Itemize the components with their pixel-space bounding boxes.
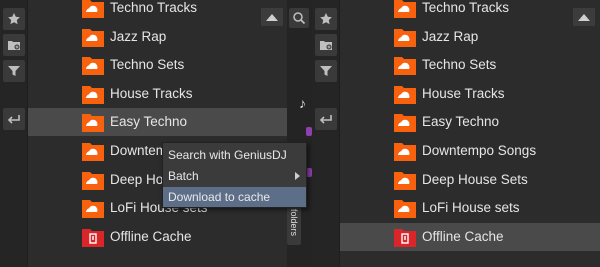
folder-item-label: Jazz Rap (110, 28, 167, 44)
music-note-icon: ♪ (299, 95, 306, 111)
add-folder-button[interactable] (315, 34, 337, 56)
folder-item[interactable]: Techno Tracks (340, 0, 600, 22)
back-button[interactable] (315, 108, 337, 130)
soundcloud-folder-icon (81, 197, 105, 219)
folder-item[interactable]: House Tracks (28, 80, 312, 108)
browser-panel-right: Techno Tracks Jazz Rap Techno Sets House Tr… (312, 0, 600, 267)
context-menu: Search with GeniusDJ Batch Download to cac… (162, 142, 307, 208)
soundcloud-folder-icon (393, 140, 417, 162)
offline-cache-folder-icon (81, 226, 105, 248)
soundcloud-folder-icon (81, 0, 105, 19)
folder-item-label: House Tracks (422, 85, 505, 101)
folder-item[interactable]: LoFi House sets (340, 194, 600, 222)
folder-item[interactable]: Jazz Rap (340, 23, 600, 51)
filter-button[interactable] (3, 60, 25, 82)
soundcloud-folder-icon (393, 197, 417, 219)
context-menu-item-label: Download to cache (168, 190, 271, 204)
folder-item-label: Techno Sets (110, 57, 185, 73)
filter-button[interactable] (315, 60, 337, 82)
folder-item-label: Offline Cache (110, 228, 192, 244)
star-icon (320, 13, 332, 25)
soundcloud-folder-icon (81, 54, 105, 76)
scroll-up-button-right[interactable] (573, 8, 595, 26)
favorite-button[interactable] (3, 8, 25, 30)
soundcloud-folder-icon (393, 26, 417, 48)
browser-panel-left: Techno Tracks Jazz Rap Techno Sets House Tr… (0, 0, 312, 267)
folder-item-label: Deep House Sets (422, 171, 528, 187)
folder-item-label: Techno Tracks (110, 0, 198, 15)
folder-item[interactable]: Easy Techno (340, 108, 600, 136)
folder-item-label: LoFi House sets (422, 200, 520, 216)
soundcloud-folder-icon (81, 140, 105, 162)
back-arrow-icon (7, 115, 20, 124)
context-menu-item-label: Search with GeniusDJ (168, 148, 287, 162)
folder-item-label: Jazz Rap (422, 28, 479, 44)
soundcloud-folder-icon (81, 169, 105, 191)
submenu-arrow-icon (295, 172, 300, 180)
folder-list-right: Techno Tracks Jazz Rap Techno Sets House Tr… (340, 0, 600, 267)
folder-item[interactable]: Offline Cache (28, 223, 312, 251)
soundcloud-folder-icon (393, 54, 417, 76)
folder-list-left: Techno Tracks Jazz Rap Techno Sets House Tr… (28, 0, 312, 267)
folder-item-label: Techno Sets (422, 57, 497, 73)
folder-item[interactable]: Techno Sets (340, 51, 600, 79)
add-folder-icon (320, 41, 332, 50)
soundcloud-folder-icon (393, 111, 417, 133)
scroll-up-button-left[interactable] (261, 8, 283, 26)
folder-item[interactable]: House Tracks (340, 80, 600, 108)
filter-icon (8, 66, 20, 76)
search-icon (293, 12, 306, 25)
favorite-button[interactable] (315, 8, 337, 30)
filter-icon (320, 66, 332, 76)
soundcloud-folder-icon (393, 83, 417, 105)
soundcloud-folder-icon (81, 26, 105, 48)
context-menu-item[interactable]: Batch (163, 166, 306, 186)
star-icon (8, 13, 20, 25)
add-folder-icon (8, 41, 20, 50)
side-toolbar (0, 0, 28, 267)
folder-item[interactable]: Deep House Sets (340, 166, 600, 194)
soundcloud-folder-icon (81, 83, 105, 105)
context-menu-item[interactable]: Search with GeniusDJ (163, 145, 306, 165)
soundcloud-folder-icon (81, 111, 105, 133)
folder-item-label: House Tracks (110, 85, 193, 101)
context-menu-item[interactable]: Download to cache (163, 187, 306, 207)
folder-item-label: Easy Techno (422, 114, 500, 130)
soundcloud-folder-icon (393, 0, 417, 19)
folder-item[interactable]: Jazz Rap (28, 23, 312, 51)
folder-item[interactable]: Techno Sets (28, 51, 312, 79)
folder-item-label: Techno Tracks (422, 0, 510, 15)
folder-item[interactable]: Downtempo Songs (340, 137, 600, 165)
folder-item[interactable]: Easy Techno (28, 108, 312, 137)
search-button[interactable] (289, 8, 309, 28)
back-arrow-icon (319, 115, 332, 124)
folder-item-label: Downtempo Songs (422, 143, 537, 158)
add-folder-button[interactable] (3, 34, 25, 56)
back-button[interactable] (3, 108, 25, 130)
soundcloud-folder-icon (393, 169, 417, 191)
context-menu-item-label: Batch (168, 169, 199, 183)
offline-cache-folder-icon (393, 226, 417, 248)
side-toolbar-right (312, 0, 340, 267)
folder-item[interactable]: Offline Cache (340, 222, 600, 251)
folder-item-label: Easy Techno (110, 114, 188, 130)
folder-item-label: Offline Cache (422, 228, 504, 244)
